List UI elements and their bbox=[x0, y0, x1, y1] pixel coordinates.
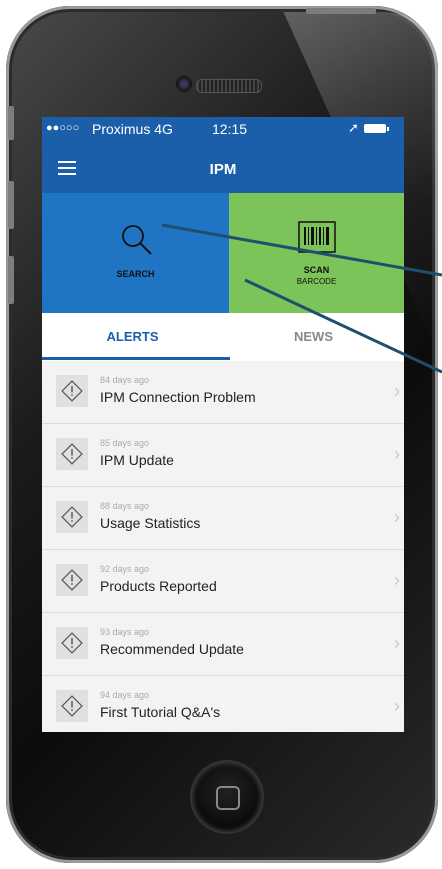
scan-callout-line bbox=[244, 278, 442, 374]
callout-lines bbox=[161, 223, 442, 374]
search-callout-line bbox=[161, 223, 442, 277]
